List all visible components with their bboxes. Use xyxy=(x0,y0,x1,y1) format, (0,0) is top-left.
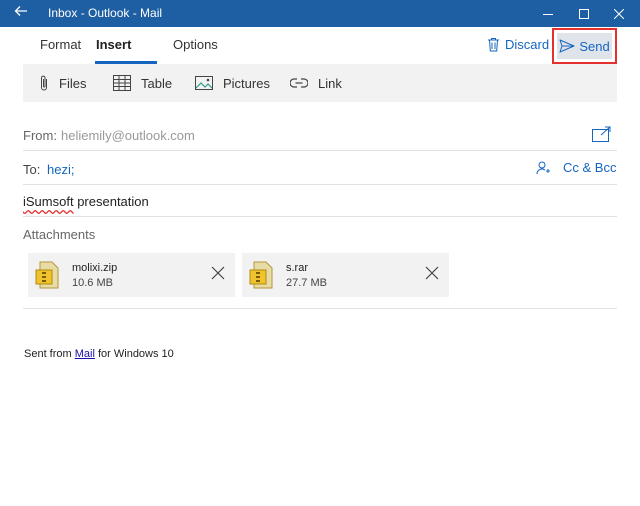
trash-icon xyxy=(488,37,499,51)
subject-field[interactable]: iSumsoft presentation xyxy=(23,194,149,209)
tab-options[interactable]: Options xyxy=(173,37,218,52)
zip-archive-icon xyxy=(35,261,59,289)
files-label: Files xyxy=(59,75,87,91)
cc-bcc-button[interactable]: Cc & Bcc xyxy=(536,160,616,175)
attachment-card[interactable]: molixi.zip 10.6 MB xyxy=(28,253,235,297)
tab-format[interactable]: Format xyxy=(40,37,81,52)
pictures-label: Pictures xyxy=(223,75,270,91)
attachment-name: s.rar xyxy=(286,262,308,274)
attachment-card[interactable]: s.rar 27.7 MB xyxy=(242,253,449,297)
insert-toolbar: Files Table Pictures Link xyxy=(23,64,617,102)
title-bar: Inbox - Outlook - Mail xyxy=(0,0,640,27)
back-arrow-icon[interactable] xyxy=(12,4,30,22)
to-label: To: xyxy=(23,162,41,177)
pictures-button[interactable]: Pictures xyxy=(195,64,270,102)
attachments-divider xyxy=(23,297,617,309)
discard-button[interactable]: Discard xyxy=(487,35,549,53)
to-field[interactable]: hezi; xyxy=(47,162,74,177)
link-icon xyxy=(290,78,308,88)
link-button[interactable]: Link xyxy=(290,64,342,102)
subject-text: presentation xyxy=(73,194,149,209)
popout-icon[interactable] xyxy=(592,126,611,147)
discard-label: Discard xyxy=(505,36,550,52)
table-label: Table xyxy=(141,75,173,91)
from-field[interactable]: heliemily@outlook.com xyxy=(61,128,195,143)
tab-insert[interactable]: Insert xyxy=(96,37,131,52)
close-window-button[interactable] xyxy=(597,0,640,27)
rar-archive-icon xyxy=(249,261,273,289)
send-button[interactable]: Send xyxy=(557,33,612,59)
send-label: Send xyxy=(579,38,610,54)
attachment-size: 10.6 MB xyxy=(72,277,113,289)
remove-attachment-icon[interactable] xyxy=(211,266,225,280)
signature-text[interactable]: Sent from Mail for Windows 10 xyxy=(24,348,174,360)
to-row xyxy=(23,151,617,185)
link-label: Link xyxy=(318,75,342,91)
paperclip-icon xyxy=(41,75,47,91)
remove-attachment-icon[interactable] xyxy=(425,266,439,280)
picture-icon xyxy=(195,76,213,90)
files-button[interactable]: Files xyxy=(39,64,86,102)
add-person-icon xyxy=(536,161,550,174)
ribbon-tabs: Format Insert Options Discard Send xyxy=(0,27,640,64)
table-icon xyxy=(113,75,131,91)
attachments-label: Attachments xyxy=(23,227,96,242)
window-title: Inbox - Outlook - Mail xyxy=(48,6,163,20)
from-label: From: xyxy=(23,128,57,143)
signature-prefix: Sent from xyxy=(24,348,75,360)
table-button[interactable]: Table xyxy=(113,64,172,102)
attachment-size: 27.7 MB xyxy=(286,277,327,289)
mail-link[interactable]: Mail xyxy=(75,348,95,360)
cc-bcc-label: Cc & Bcc xyxy=(563,160,617,175)
signature-suffix: for Windows 10 xyxy=(94,348,174,360)
send-icon xyxy=(559,39,575,53)
send-highlight-box: Send xyxy=(552,28,617,64)
misspelled-word: iSumsoft xyxy=(23,194,74,209)
attachment-name: molixi.zip xyxy=(72,262,118,274)
